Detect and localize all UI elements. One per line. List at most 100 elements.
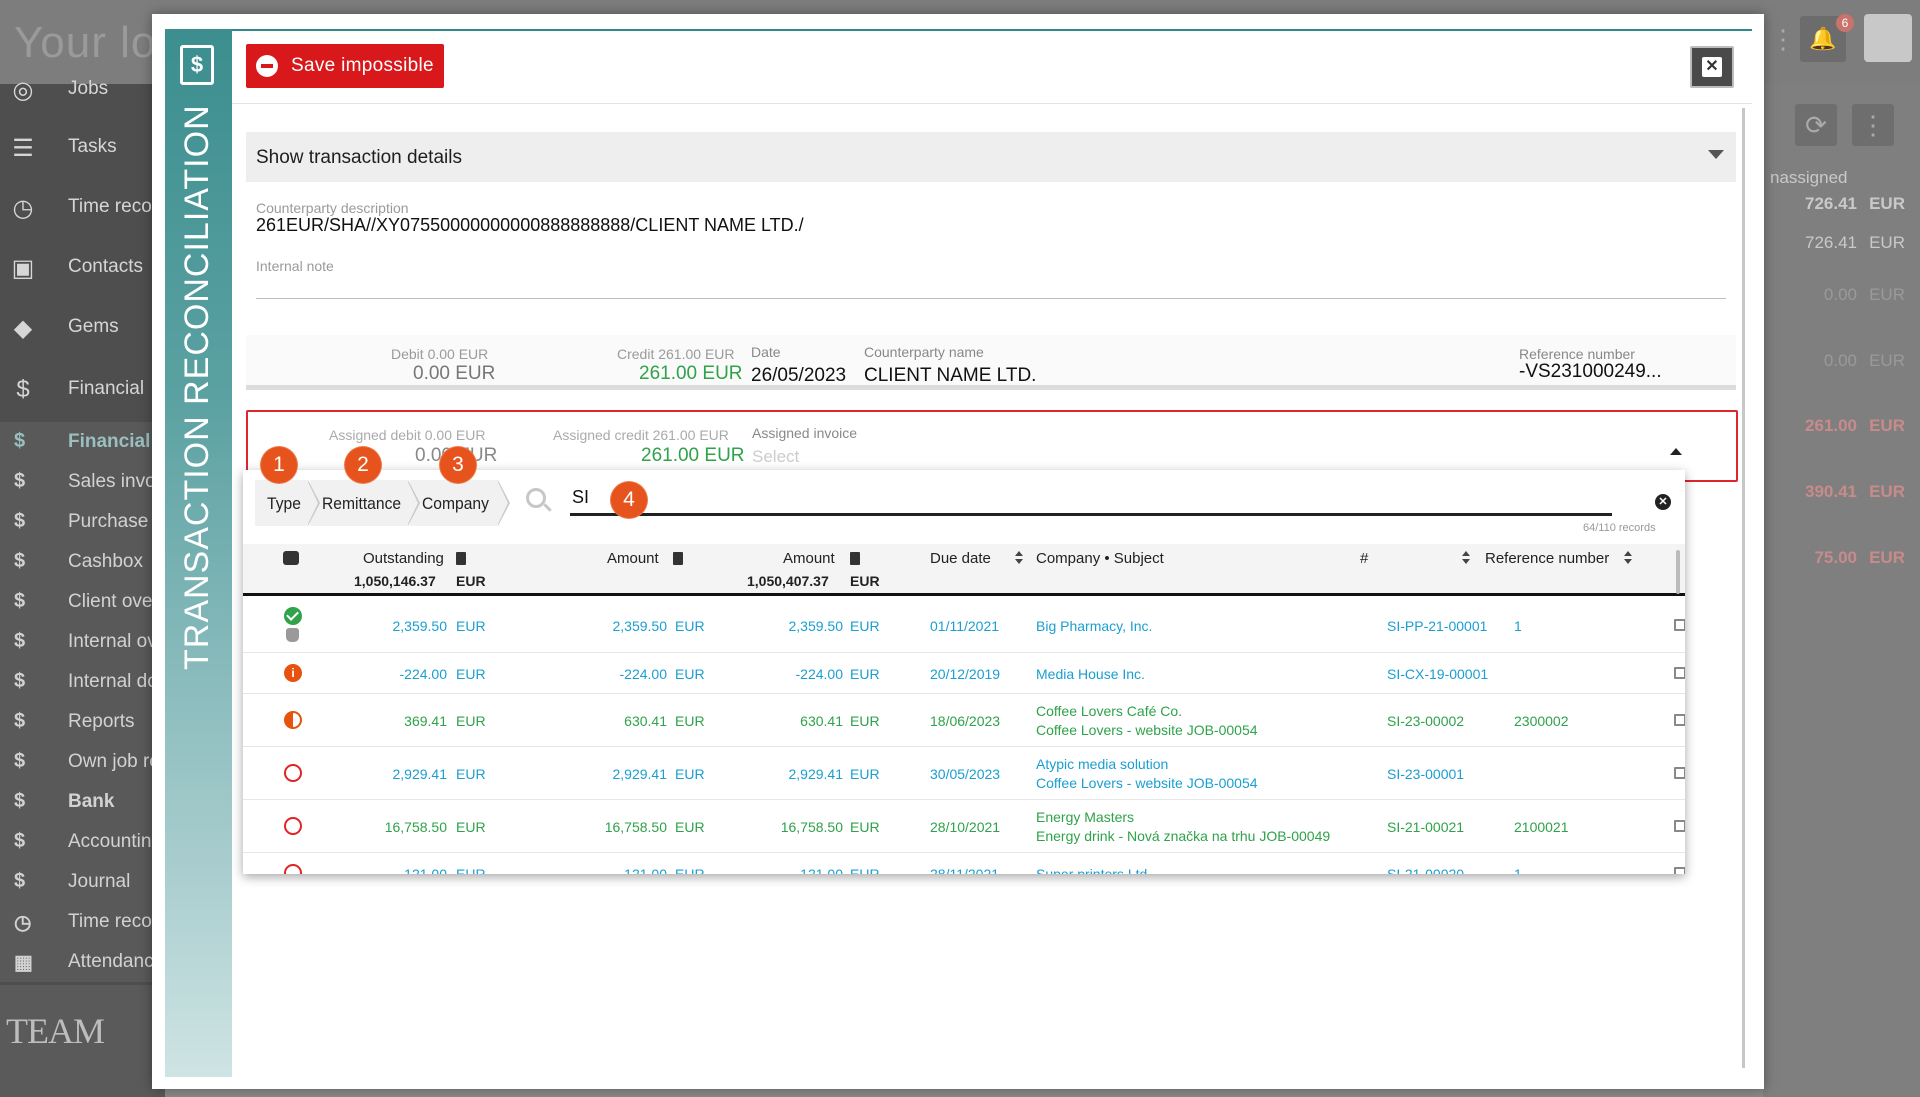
date-value: 26/05/2023 (751, 365, 847, 386)
table-row[interactable]: 2,359.50 EUR 2,359.50 EUR 2,359.50 EUR 0… (243, 597, 1685, 653)
table-row[interactable]: 369.41 EUR 630.41 EUR 630.41 EUR 18/06/2… (243, 695, 1685, 747)
sidebar-sub-own-job-reports[interactable]: $ Own job re (0, 742, 165, 782)
sidebar-sub-internal-overview[interactable]: $ Internal ov (0, 622, 165, 662)
sidebar-item-time-records[interactable]: ◷ Time reco (0, 188, 165, 228)
edit-icon[interactable] (1674, 820, 1685, 832)
sidebar-sub-financial[interactable]: $ Financial (0, 422, 165, 462)
dollar-icon: $ (14, 870, 26, 892)
reference-number-value: -VS231000249... (1519, 361, 1662, 382)
amount-total: 1,050,407.37 (747, 573, 829, 589)
dropdown-scrollbar[interactable] (1676, 550, 1680, 594)
dollar-icon: $ (14, 830, 26, 852)
filter-company[interactable]: Company (410, 480, 510, 526)
sidebar-item-gems[interactable]: ◆ Gems (0, 308, 165, 348)
assigned-credit-label: Assigned credit 261.00 EUR (553, 427, 729, 443)
close-icon: ✕ (1702, 57, 1722, 77)
unpaid-circle-icon (284, 817, 302, 835)
sidebar-sub-attendance[interactable]: ▦ Attendanc (0, 942, 165, 982)
assigned-debit-label: Assigned debit 0.00 EUR (329, 427, 486, 443)
dollar-icon: $ (14, 710, 26, 732)
header-number[interactable]: # (1360, 550, 1368, 567)
edit-icon[interactable] (1674, 667, 1685, 679)
sort-icon[interactable] (1461, 551, 1471, 565)
sidebar-sub-cashbox[interactable]: $ Cashbox (0, 542, 165, 582)
unpaid-circle-icon (284, 764, 302, 782)
internal-note-field[interactable] (256, 298, 1726, 299)
outstanding-total-currency: EUR (456, 573, 486, 589)
sidebar-sub-bank[interactable]: $ Bank (0, 782, 165, 822)
chevron-down-icon (1708, 150, 1724, 159)
table-row[interactable]: 16,758.50 EUR 16,758.50 EUR 16,758.50 EU… (243, 801, 1685, 853)
header-outstanding[interactable]: Outstanding (363, 550, 444, 567)
amount-total-currency: EUR (850, 573, 880, 589)
notification-count-badge: 6 (1836, 14, 1854, 32)
sidebar-sub-reports[interactable]: $ Reports (0, 702, 165, 742)
dollar-icon: $ (16, 376, 30, 403)
counterparty-description-value: 261EUR/SHA//XY07550000000000888888888/CL… (256, 215, 804, 235)
filter-remittance[interactable]: Remittance (310, 480, 420, 526)
edit-icon[interactable] (1674, 867, 1685, 874)
sidebar-sub-accounting[interactable]: $ Accountin (0, 822, 165, 862)
refresh-icon[interactable]: ⟳ (1795, 104, 1837, 146)
table-row[interactable]: i -224.00 EUR -224.00 EUR -224.00 EUR 20… (243, 654, 1685, 694)
sort-icon[interactable] (1623, 551, 1633, 565)
dollar-icon: $ (14, 630, 26, 652)
header-reference-number[interactable]: Reference number (1485, 550, 1609, 567)
annotation-badge-3: 3 (440, 447, 476, 483)
edit-icon[interactable] (1674, 619, 1685, 631)
assigned-credit-value: 261.00 EUR (641, 445, 745, 466)
user-avatar[interactable] (1864, 14, 1912, 62)
more-options-icon[interactable]: ⋮ (1852, 104, 1894, 146)
modal-scrollbar[interactable] (1742, 108, 1745, 1068)
clock-icon: ◷ (12, 195, 34, 222)
close-button[interactable]: ✕ (1690, 46, 1734, 88)
edit-icon[interactable] (1674, 767, 1685, 779)
team-logo: TEAM (6, 1011, 105, 1051)
invoice-selector-dropdown: Type Remittance Company ✕ 64/110 records… (243, 470, 1685, 874)
sidebar-sub-sales-invoices[interactable]: $ Sales invo (0, 462, 165, 502)
transaction-details-toggle[interactable]: Show transaction details (246, 132, 1736, 182)
sidebar-sub-client-overview[interactable]: $ Client ove (0, 582, 165, 622)
sidebar-item-financial[interactable]: $ Financial (0, 370, 165, 410)
header-amount-total[interactable]: Amount (783, 550, 835, 567)
chevron-up-icon[interactable] (1670, 448, 1682, 455)
list-icon: ☰ (12, 135, 34, 162)
paid-check-icon (284, 607, 302, 625)
document-icon (456, 550, 466, 567)
sidebar-item-tasks[interactable]: ☰ Tasks (0, 128, 165, 168)
dollar-icon: $ (14, 470, 26, 492)
sidebar-sub-journal[interactable]: $ Journal (0, 862, 165, 902)
clock-icon: ◷ (14, 912, 32, 934)
edit-icon[interactable] (1674, 714, 1685, 726)
sort-icon[interactable] (1014, 551, 1024, 565)
status-column-icon[interactable] (283, 551, 299, 565)
sidebar-sub-internal-documents[interactable]: $ Internal do (0, 662, 165, 702)
clear-search-icon[interactable]: ✕ (1655, 494, 1671, 510)
counterparty-description-label: Counterparty description (256, 200, 409, 216)
app-logo: Your lo (14, 18, 157, 67)
unassigned-header: nassigned (1770, 168, 1848, 187)
sidebar-sub-purchase[interactable]: $ Purchase (0, 502, 165, 542)
records-count: 64/110 records (1583, 522, 1656, 534)
sidebar-item-contacts[interactable]: ▣ Contacts (0, 248, 165, 288)
header-due-date[interactable]: Due date (930, 550, 991, 567)
building-icon: ▦ (14, 952, 33, 974)
save-button[interactable]: Save impossible (246, 44, 444, 88)
modal-vertical-title: TRANSACTION RECONCILIATION (178, 104, 216, 670)
table-row[interactable]: 121.00 EUR 121.00 EUR 121.00 EUR 28/11/2… (243, 854, 1685, 874)
dollar-icon: $ (14, 510, 26, 532)
invoice-document-icon: $ (180, 45, 214, 85)
sidebar-sub-time-records[interactable]: ◷ Time reco (0, 902, 165, 942)
header-company-subject[interactable]: Company • Subject (1036, 550, 1164, 567)
table-row[interactable]: 2,929.41 EUR 2,929.41 EUR 2,929.41 EUR 3… (243, 748, 1685, 800)
reference-number-label: Reference number (1519, 346, 1635, 362)
credit-value: 261.00 EUR (639, 363, 743, 384)
filter-type[interactable]: Type (255, 480, 320, 526)
header-amount[interactable]: Amount (607, 550, 659, 567)
dollar-icon: $ (14, 670, 26, 692)
assigned-invoice-select[interactable]: Select (752, 447, 799, 467)
sidebar-item-jobs[interactable]: ◎ Jobs (0, 70, 165, 110)
invoice-search-input[interactable] (570, 482, 1612, 516)
document-icon (850, 550, 860, 567)
internal-note-label: Internal note (256, 258, 334, 274)
